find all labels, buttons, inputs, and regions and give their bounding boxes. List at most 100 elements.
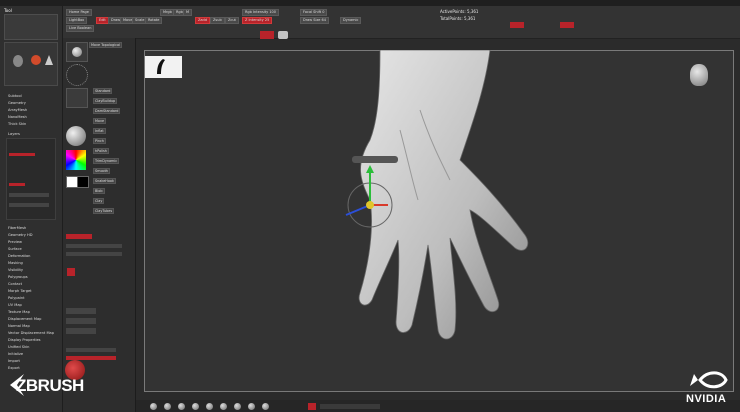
menu-polygroups[interactable]: Polygroups bbox=[8, 275, 28, 279]
menu-initialize[interactable]: Initialize bbox=[8, 352, 23, 356]
symmetry-toggle[interactable] bbox=[510, 22, 524, 28]
brush-hpolish[interactable]: hPolish bbox=[93, 148, 109, 154]
menu-preview[interactable]: Preview bbox=[8, 240, 22, 244]
shelf-red-button[interactable] bbox=[308, 403, 316, 410]
menu-fibermesh[interactable]: FiberMesh bbox=[8, 226, 26, 230]
tool-palette: Tool Subtool Geometry ArrayMesh NanoMesh… bbox=[0, 6, 63, 412]
menu-surface[interactable]: Surface bbox=[8, 247, 22, 251]
dynamic-brush-toggle[interactable] bbox=[560, 22, 574, 28]
brush-option-3[interactable] bbox=[66, 328, 96, 334]
brush-blob[interactable]: Blob bbox=[93, 188, 105, 194]
color-picker[interactable] bbox=[66, 150, 86, 170]
menu-contact[interactable]: Contact bbox=[8, 282, 22, 286]
menu-unified-skin[interactable]: Unified Skin bbox=[8, 345, 29, 349]
menu-nanomesh[interactable]: NanoMesh bbox=[8, 115, 27, 119]
layer-red-bar[interactable] bbox=[9, 153, 35, 156]
rgb-intensity-slider[interactable]: Rgb Intensity 100 bbox=[242, 9, 280, 16]
menu-deformation[interactable]: Deformation bbox=[8, 254, 30, 258]
m-button[interactable]: M bbox=[183, 9, 193, 16]
menu-import[interactable]: Import bbox=[8, 359, 20, 363]
menu-morph-target[interactable]: Morph Target bbox=[8, 289, 32, 293]
brush-standard[interactable]: Standard bbox=[93, 88, 113, 94]
brush-option-1[interactable] bbox=[66, 308, 96, 314]
menu-arraymesh[interactable]: ArrayMesh bbox=[8, 108, 27, 112]
layer-slider[interactable] bbox=[9, 193, 49, 197]
secondary-color-swatch[interactable] bbox=[77, 176, 89, 188]
brush-clay[interactable]: Clay bbox=[93, 198, 105, 204]
navigator-thumbnail[interactable] bbox=[145, 56, 182, 78]
menu-polypaint[interactable]: Polypaint bbox=[8, 296, 25, 300]
lightbox-button[interactable]: LightBox bbox=[66, 17, 88, 24]
brush-claybuildup[interactable]: ClayBuildup bbox=[93, 98, 118, 104]
hand-model[interactable] bbox=[300, 50, 540, 350]
material-ball-3[interactable] bbox=[178, 403, 185, 410]
zadd-button[interactable]: Zadd bbox=[195, 17, 210, 24]
record-icon[interactable] bbox=[260, 31, 274, 39]
menu-visibility[interactable]: Visibility bbox=[8, 268, 23, 272]
sphere-icon[interactable] bbox=[278, 31, 288, 39]
menu-uv-map[interactable]: UV Map bbox=[8, 303, 22, 307]
z-intensity-slider[interactable]: Z Intensity 25 bbox=[242, 17, 273, 24]
brush-slider-2[interactable] bbox=[66, 252, 122, 256]
edit-button[interactable]: Edit bbox=[96, 17, 109, 24]
dynamic-button[interactable]: Dynamic bbox=[340, 17, 362, 24]
material-ball-1[interactable] bbox=[150, 403, 157, 410]
brush-slider-3[interactable] bbox=[66, 348, 116, 352]
transpose-gizmo[interactable] bbox=[340, 155, 400, 235]
focal-shift-slider[interactable]: Focal Shift 0 bbox=[300, 9, 328, 16]
brush-smooth[interactable]: Smooth bbox=[93, 168, 111, 174]
star-tool-icon[interactable] bbox=[45, 55, 53, 65]
total-points-readout: TotalPoints: 5,361 bbox=[440, 16, 476, 21]
material-ball-8[interactable] bbox=[248, 403, 255, 410]
menu-displacement-map[interactable]: Displacement Map bbox=[8, 317, 41, 321]
zsub-button[interactable]: Zsub bbox=[210, 17, 225, 24]
alpha-thumbnail[interactable] bbox=[66, 88, 88, 108]
layer-red-bar-2[interactable] bbox=[9, 183, 25, 186]
brush-slider-1[interactable] bbox=[66, 244, 122, 248]
brush-claytubes[interactable]: ClayTubes bbox=[93, 208, 115, 214]
menu-geometry-hd[interactable]: Geometry HD bbox=[8, 233, 33, 237]
menu-texture-map[interactable]: Texture Map bbox=[8, 310, 30, 314]
view-navigation-head-icon[interactable] bbox=[690, 64, 708, 86]
menu-masking[interactable]: Masking bbox=[8, 261, 23, 265]
material-ball-9[interactable] bbox=[262, 403, 269, 410]
stroke-thumbnail[interactable] bbox=[66, 64, 88, 86]
material-ball-2[interactable] bbox=[164, 403, 171, 410]
menu-layers[interactable]: Layers bbox=[8, 132, 20, 136]
brush-inflat[interactable]: Inflat bbox=[93, 128, 106, 134]
brush-thumbnail[interactable] bbox=[66, 42, 88, 62]
material-ball-5[interactable] bbox=[206, 403, 213, 410]
live-boolean-button[interactable]: Live Boolean bbox=[66, 25, 95, 32]
tool-buttons-grid[interactable] bbox=[4, 14, 58, 40]
brush-pinch[interactable]: Pinch bbox=[93, 138, 107, 144]
draw-size-slider[interactable]: Draw Size 64 bbox=[300, 17, 330, 24]
material-thumbnail[interactable] bbox=[66, 126, 86, 146]
menu-display-properties[interactable]: Display Properties bbox=[8, 338, 41, 342]
material-ball-6[interactable] bbox=[220, 403, 227, 410]
menu-export[interactable]: Export bbox=[8, 366, 20, 370]
polymesh-tool-icon[interactable] bbox=[31, 55, 41, 65]
material-ball-7[interactable] bbox=[234, 403, 241, 410]
alpha-red-icon[interactable] bbox=[67, 268, 75, 276]
menu-geometry[interactable]: Geometry bbox=[8, 101, 26, 105]
home-page-button[interactable]: Home Page bbox=[66, 9, 92, 16]
brush-option-2[interactable] bbox=[66, 318, 96, 324]
layer-slider-2[interactable] bbox=[9, 203, 49, 207]
material-ball-4[interactable] bbox=[192, 403, 199, 410]
shelf-slider[interactable] bbox=[320, 404, 380, 409]
tool-thumbnails[interactable] bbox=[4, 42, 58, 86]
menu-thick-skin[interactable]: Thick Skin bbox=[8, 122, 26, 126]
brush-damstandard[interactable]: DamStandard bbox=[93, 108, 121, 114]
brush-setting-bar[interactable] bbox=[66, 234, 92, 239]
brush-trimdynamic[interactable]: TrimDynamic bbox=[93, 158, 120, 164]
gizmo-toolbar[interactable] bbox=[352, 156, 398, 163]
rotate-button[interactable]: Rotate bbox=[145, 17, 163, 24]
menu-vector-displacement-map[interactable]: Vector Displacement Map bbox=[8, 331, 54, 335]
brush-move[interactable]: Move bbox=[93, 118, 107, 124]
menu-subtool[interactable]: Subtool bbox=[8, 94, 22, 98]
brush-snakehook[interactable]: SnakeHook bbox=[93, 178, 116, 184]
hand-tool-icon[interactable] bbox=[13, 55, 23, 67]
zcut-button[interactable]: Zcut bbox=[225, 17, 239, 24]
brush-move-topological[interactable]: Move Topological bbox=[89, 42, 122, 48]
menu-normal-map[interactable]: Normal Map bbox=[8, 324, 30, 328]
